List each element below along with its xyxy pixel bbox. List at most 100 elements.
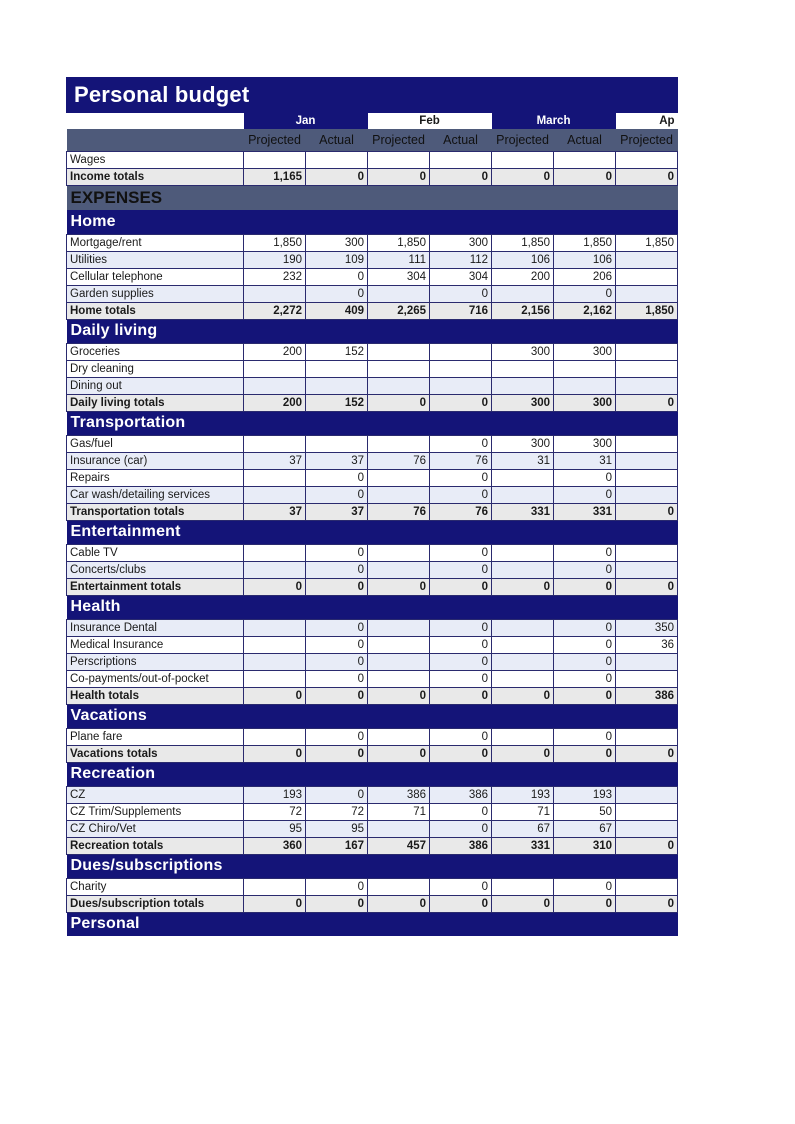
row-value-0 — [243, 727, 306, 746]
row-value-6: 0 — [615, 836, 679, 855]
row-value-6 — [615, 560, 679, 579]
row-value-0 — [243, 468, 306, 487]
row-value-2 — [367, 877, 431, 896]
subheader-actual-5: Actual — [553, 129, 616, 151]
row-value-3 — [429, 359, 493, 378]
row-value-2: 76 — [367, 502, 431, 521]
row-value-4 — [491, 284, 555, 303]
row-value-1: 0 — [304, 543, 369, 562]
row-value-6 — [615, 669, 679, 688]
row-value-0: 193 — [243, 785, 306, 804]
row-value-4: 200 — [491, 267, 555, 286]
table-row: Mortgage/rent 1,850 300 1,850 300 1,850 1,850 1… — [66, 233, 679, 252]
row-label: Dry cleaning — [66, 359, 244, 378]
table-row-total: Daily living totals 200 152 0 0 300 300 0 — [66, 393, 679, 412]
row-value-2: 0 — [367, 744, 431, 763]
row-value-5: 0 — [553, 618, 617, 637]
category-label: Vacations — [66, 704, 678, 728]
table-row: Insurance (car) 37 37 76 76 31 31 — [66, 451, 679, 470]
row-value-5: 50 — [553, 802, 617, 821]
row-value-4 — [491, 669, 555, 688]
row-value-0 — [243, 635, 306, 654]
row-value-0: 2,272 — [243, 301, 306, 320]
row-value-5: 0 — [553, 560, 617, 579]
table-row: CZ Trim/Supplements 72 72 71 0 71 50 — [66, 802, 679, 821]
row-value-5: 300 — [553, 393, 617, 412]
row-value-4: 331 — [491, 502, 555, 521]
row-label: Repairs — [66, 468, 244, 487]
month-header-row: Jan Feb March Ap — [66, 113, 678, 129]
row-value-5: 206 — [553, 267, 617, 286]
row-value-1: 152 — [304, 393, 369, 412]
row-value-4: 0 — [491, 894, 555, 913]
row-value-0 — [243, 359, 306, 378]
row-value-2: 71 — [367, 802, 431, 821]
row-value-5: 300 — [553, 434, 617, 453]
row-value-4 — [491, 485, 555, 504]
row-value-5: 0 — [553, 652, 617, 671]
row-value-6 — [615, 284, 679, 303]
row-value-3: 76 — [429, 451, 493, 470]
row-value-4 — [491, 877, 555, 896]
row-value-0 — [243, 376, 306, 395]
row-value-6 — [615, 819, 679, 838]
row-value-2: 386 — [367, 785, 431, 804]
row-value-5: 0 — [553, 543, 617, 562]
row-value-4 — [491, 468, 555, 487]
table-row: Medical Insurance 0 0 0 36 — [66, 635, 679, 654]
table-row: Insurance Dental 0 0 0 350 — [66, 618, 679, 637]
row-value-3: 386 — [429, 785, 493, 804]
row-value-6 — [615, 785, 679, 804]
row-value-0: 72 — [243, 802, 306, 821]
month-header-spacer — [66, 113, 244, 129]
row-value-2: 2,265 — [367, 301, 431, 320]
subheader-projected-2: Projected — [367, 129, 430, 151]
row-value-3 — [429, 376, 493, 395]
row-value-0: 37 — [243, 502, 306, 521]
category-label: Health — [66, 595, 678, 619]
table-row: Dry cleaning — [66, 359, 679, 378]
month-header-feb: Feb — [367, 113, 492, 129]
row-value-1: 300 — [304, 233, 369, 252]
row-value-6 — [615, 376, 679, 395]
row-value-1: 37 — [304, 502, 369, 521]
row-label: Recreation totals — [66, 836, 244, 855]
row-value-2: 0 — [367, 577, 431, 596]
row-value-6 — [615, 250, 679, 269]
row-value-1: 109 — [304, 250, 369, 269]
row-value-6 — [615, 342, 679, 361]
row-value-6 — [615, 652, 679, 671]
row-value-6 — [615, 877, 679, 896]
row-value-0 — [243, 543, 306, 562]
row-value-2 — [367, 376, 431, 395]
row-value-1 — [304, 434, 369, 453]
row-value-1: 409 — [304, 301, 369, 320]
row-value-5: 1,850 — [553, 233, 617, 252]
row-value-5: 67 — [553, 819, 617, 838]
table-row: Car wash/detailing services 0 0 0 — [66, 485, 679, 504]
row-value-0 — [243, 485, 306, 504]
category-label: Recreation — [66, 762, 678, 786]
row-value-1: 95 — [304, 819, 369, 838]
row-value-5: 0 — [553, 577, 617, 596]
row-value-1: 0 — [304, 785, 369, 804]
row-value-5: 0 — [553, 877, 617, 896]
row-value-4: 193 — [491, 785, 555, 804]
table-row: CZ 193 0 386 386 193 193 — [66, 785, 679, 804]
row-label: Plane fare — [66, 727, 244, 746]
category-label: Daily living — [66, 319, 678, 343]
row-label: Cable TV — [66, 543, 244, 562]
table-row: Concerts/clubs 0 0 0 — [66, 560, 679, 579]
row-value-2: 0 — [367, 894, 431, 913]
row-value-0 — [243, 284, 306, 303]
row-label: Car wash/detailing services — [66, 485, 244, 504]
row-value-0: 95 — [243, 819, 306, 838]
row-value-4: 67 — [491, 819, 555, 838]
row-label: CZ — [66, 785, 244, 804]
row-value-2 — [367, 669, 431, 688]
category-label: Transportation — [66, 411, 678, 435]
row-value-6 — [615, 468, 679, 487]
table-row-total: Health totals 0 0 0 0 0 0 386 — [66, 686, 679, 705]
row-value-4: 300 — [491, 434, 555, 453]
row-value-3: 0 — [429, 618, 493, 637]
